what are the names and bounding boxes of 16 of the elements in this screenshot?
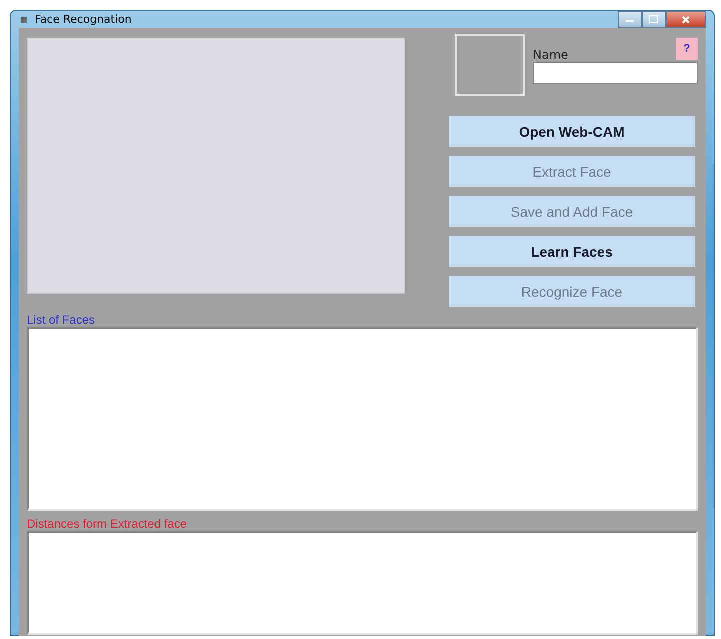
name-label: Name <box>533 48 568 62</box>
list-label: Distances form Extracted face <box>27 517 188 531</box>
distances-list[interactable] <box>27 531 698 635</box>
close-icon <box>681 14 691 24</box>
list-label: List of Faces <box>27 313 96 327</box>
window-title: Face Recognation <box>35 13 132 26</box>
help-button[interactable]: ? <box>676 38 698 60</box>
face-thumbnail <box>455 34 525 96</box>
action-button[interactable]: Learn Faces <box>449 236 695 267</box>
maximize-button[interactable] <box>642 11 666 28</box>
app-icon <box>19 14 29 24</box>
maximize-icon <box>649 15 659 24</box>
name-input[interactable] <box>533 62 698 84</box>
action-button[interactable]: Open Web-CAM <box>449 116 695 147</box>
minimize-button[interactable] <box>618 11 642 28</box>
close-button[interactable] <box>666 11 706 28</box>
